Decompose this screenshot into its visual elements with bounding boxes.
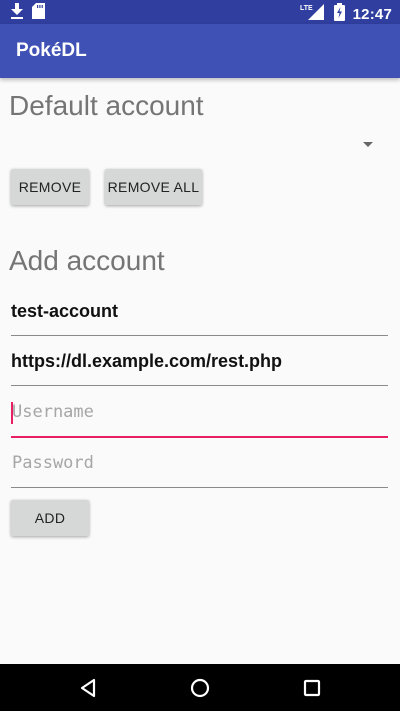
server-url-field[interactable]: https://dl.example.com/rest.php [11, 349, 388, 386]
remove-button[interactable]: REMOVE [11, 169, 89, 205]
network-type: LTE [300, 5, 313, 12]
app-toolbar: PokéDL [0, 24, 400, 78]
server-url-value: https://dl.example.com/rest.php [11, 351, 283, 371]
download-icon [10, 3, 24, 24]
default-account-spinner[interactable] [9, 126, 391, 162]
home-icon[interactable] [188, 676, 212, 700]
default-account-heading: Default account [9, 90, 204, 121]
chevron-down-icon [363, 142, 373, 147]
username-field[interactable]: Username [11, 400, 388, 438]
username-placeholder: Username [12, 402, 94, 422]
add-account-heading: Add account [9, 245, 165, 276]
navigation-bar [0, 664, 400, 711]
account-name-field[interactable]: test-account [11, 299, 388, 336]
battery-icon [333, 3, 345, 26]
password-placeholder: Password [12, 453, 94, 473]
sd-card-icon [32, 3, 45, 24]
add-button-label: ADD [34, 510, 66, 526]
back-icon[interactable] [76, 676, 100, 700]
remove-all-button[interactable]: REMOVE ALL [105, 169, 202, 205]
account-name-value: test-account [11, 301, 119, 321]
status-bar: LTE 12:47 [0, 0, 400, 24]
app-title: PokéDL [16, 40, 87, 61]
status-time: 12:47 [352, 6, 392, 23]
remove-button-label: REMOVE [18, 179, 82, 195]
recents-icon[interactable] [300, 676, 324, 700]
password-field[interactable]: Password [11, 451, 388, 488]
screen: LTE 12:47 PokéDL Default account REMOVE … [0, 0, 400, 711]
remove-all-button-label: REMOVE ALL [107, 179, 200, 195]
add-button[interactable]: ADD [11, 500, 89, 536]
